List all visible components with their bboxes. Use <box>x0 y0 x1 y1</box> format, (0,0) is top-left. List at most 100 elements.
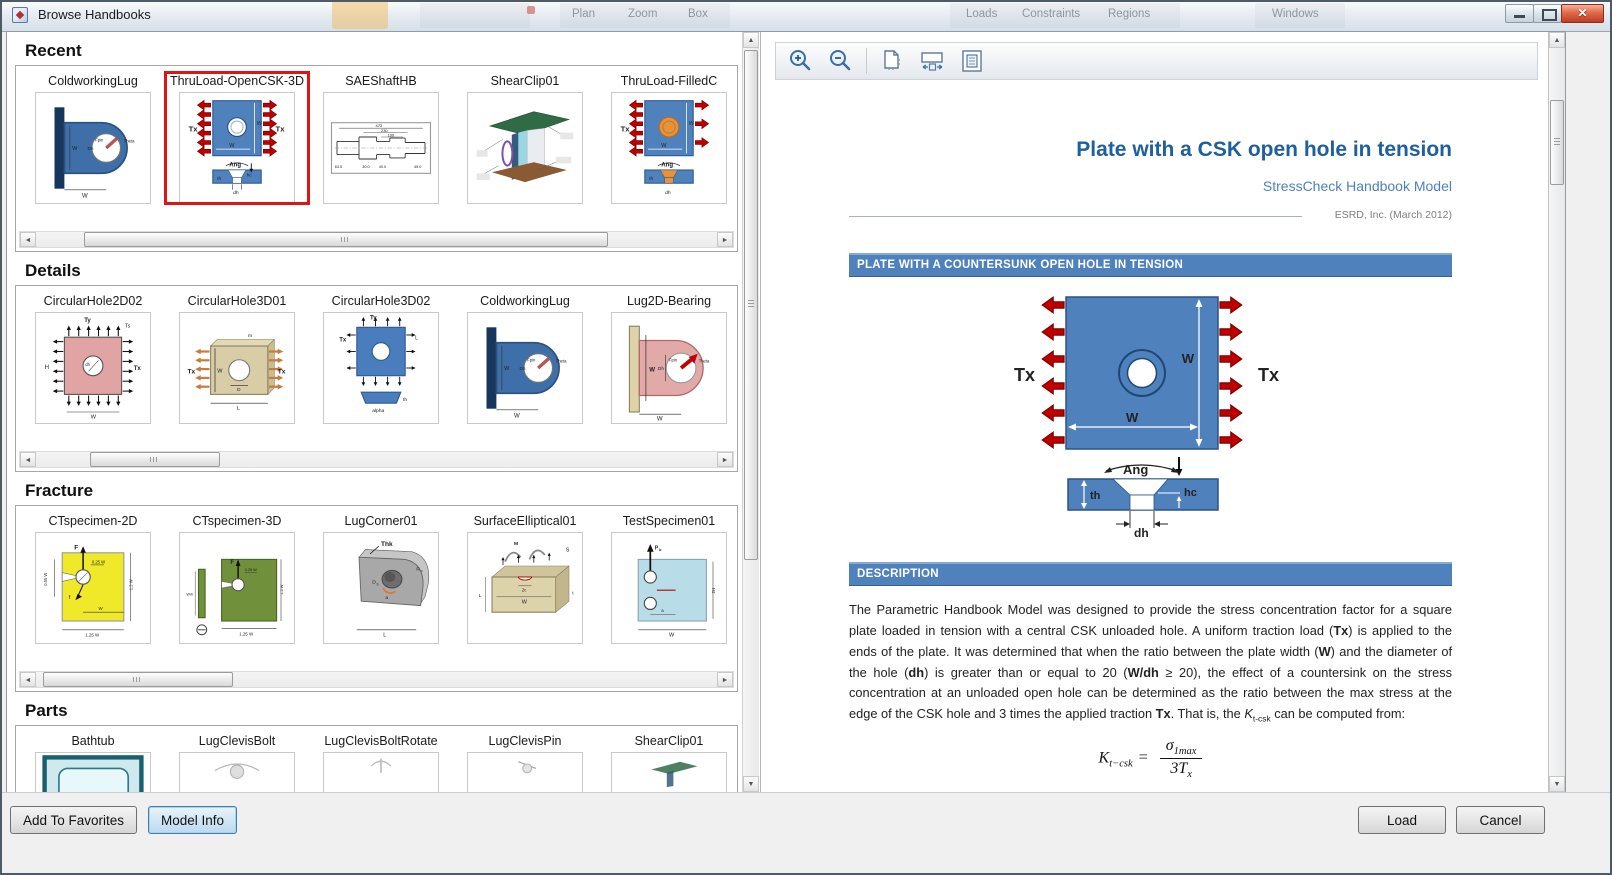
handbook-item-label: CircularHole3D02 <box>309 294 453 311</box>
handbook-item-label: LugCorner01 <box>309 514 453 531</box>
scrollbar-thumb[interactable] <box>744 50 758 560</box>
kt-csk-formula: Kt−csk = σ1max 3Tx <box>849 737 1452 780</box>
handbook-item-label: ShearClip01 <box>453 74 597 91</box>
preview-vscrollbar[interactable] <box>1548 32 1565 792</box>
handbook-item-lugclevisboltrotate[interactable]: LugClevisBoltRotate <box>309 732 453 792</box>
fit-page-icon[interactable] <box>957 46 987 76</box>
bearing-lug-thumbnail <box>612 313 726 423</box>
handbook-item-lugcorner01[interactable]: LugCorner01 <box>309 512 453 644</box>
handbook-item-ctspecimen-2d[interactable]: CTspecimen-2D <box>21 512 165 644</box>
circular-hole-3d02-thumbnail <box>324 313 438 423</box>
surface-elliptical-thumbnail <box>468 533 582 643</box>
ghost-tab-label: Loads <box>966 8 997 20</box>
fracture-hscrollbar[interactable] <box>19 671 734 688</box>
handbook-item-label: LugClevisBoltRotate <box>309 734 453 751</box>
handbook-item-label: ThruLoad-OpenCSK-3D <box>165 74 309 91</box>
scroll-left-icon[interactable] <box>20 452 36 467</box>
plate-figure: Tx Tx W W Ang <box>849 287 1452 544</box>
handbook-item-circularhole3d02[interactable]: CircularHole3D02 <box>309 292 453 424</box>
handbook-item-lugclevisbolt[interactable]: LugClevisBolt <box>165 732 309 792</box>
document-heading-2: DESCRIPTION <box>849 562 1452 586</box>
toolbar-separator <box>866 48 867 74</box>
ghost-tab-label: Box <box>688 8 708 20</box>
figure-label-ang: Ang <box>1123 462 1148 477</box>
section-title-details: Details <box>25 261 742 281</box>
handbook-item-thruload-opencsk-3d[interactable]: ThruLoad-OpenCSK-3D <box>165 72 309 204</box>
ct-specimen-2d-thumbnail <box>36 533 150 643</box>
bathtub-thumbnail <box>36 753 150 792</box>
scrollbar-thumb[interactable] <box>90 452 219 467</box>
recent-hscrollbar[interactable] <box>19 231 734 248</box>
scroll-left-icon[interactable] <box>20 232 36 247</box>
maximize-icon[interactable] <box>1533 4 1562 23</box>
scroll-down-icon[interactable] <box>1549 776 1565 792</box>
gallery-recent: ColdworkingLug ThruLoad-OpenCSK-3D SAESh… <box>15 65 738 252</box>
scroll-up-icon[interactable] <box>1549 32 1565 48</box>
scroll-left-icon[interactable] <box>20 672 36 687</box>
handbook-item-surfaceelliptical01[interactable]: SurfaceElliptical01 <box>453 512 597 644</box>
handbook-item-coldworkinglug[interactable]: ColdworkingLug <box>21 72 165 204</box>
ghost-ribbon-highlight <box>332 1 388 29</box>
handbook-item-saeshafthb[interactable]: SAEShaftHB <box>309 72 453 204</box>
handbook-item-lugclevispin[interactable]: LugClevisPin <box>453 732 597 792</box>
ghost-tab-label: Regions <box>1108 8 1150 20</box>
document-heading-1: PLATE WITH A COUNTERSUNK OPEN HOLE IN TE… <box>849 253 1452 277</box>
ghost-ribbon-group <box>420 3 530 28</box>
figure-label-tx-right: Tx <box>1258 365 1279 385</box>
window-title: Browse Handbooks <box>38 7 151 22</box>
handbook-item-bathtub[interactable]: Bathtub <box>21 732 165 792</box>
scroll-right-icon[interactable] <box>717 672 733 687</box>
handbook-item-coldworkinglug2[interactable]: ColdworkingLug <box>453 292 597 424</box>
clevis-pin-thumbnail <box>468 753 582 792</box>
figure-label-th: th <box>1090 490 1101 502</box>
load-button[interactable]: Load <box>1358 806 1446 834</box>
scrollbar-thumb[interactable] <box>43 672 234 687</box>
dialog-footer: Add To Favorites Model Info Load Cancel <box>2 792 1610 873</box>
details-hscrollbar[interactable] <box>19 451 734 468</box>
shaft-drawing-thumbnail <box>324 93 438 203</box>
handbook-item-ctspecimen-3d[interactable]: CTspecimen-3D <box>165 512 309 644</box>
handbook-list-vscrollbar[interactable] <box>742 32 759 792</box>
handbook-item-label: ColdworkingLug <box>453 294 597 311</box>
scroll-down-icon[interactable] <box>743 776 759 792</box>
scroll-up-icon[interactable] <box>743 32 759 48</box>
zoom-in-icon[interactable] <box>786 46 816 76</box>
section-title-fracture: Fracture <box>25 481 742 501</box>
section-title-parts: Parts <box>25 701 742 721</box>
handbook-item-shearclip01-parts[interactable]: ShearClip01 <box>597 732 738 792</box>
handbook-item-lug2d-bearing[interactable]: Lug2D-Bearing <box>597 292 738 424</box>
figure-label-w-horizontal: W <box>1126 410 1139 425</box>
figure-label-tx-left: Tx <box>1014 365 1035 385</box>
preview-toolbar <box>775 42 1538 80</box>
model-info-button[interactable]: Model Info <box>148 806 237 834</box>
handbook-item-circularhole2d02[interactable]: CircularHole2D02 <box>21 292 165 424</box>
add-to-favorites-button[interactable]: Add To Favorites <box>10 806 137 834</box>
shear-clip-thumbnail <box>468 93 582 203</box>
lug-thumbnail <box>36 93 150 203</box>
actual-size-page-icon[interactable] <box>877 46 907 76</box>
scrollbar-thumb[interactable] <box>1550 100 1564 185</box>
gallery-fracture: CTspecimen-2D CTspecimen-3D LugCorner01 … <box>15 505 738 692</box>
minimize-icon[interactable] <box>1505 4 1534 23</box>
section-title-recent: Recent <box>25 41 742 61</box>
clevis-bolt-thumbnail <box>180 753 294 792</box>
scroll-right-icon[interactable] <box>717 452 733 467</box>
handbook-item-label: TestSpecimen01 <box>597 514 738 531</box>
handbook-item-shearclip01[interactable]: ShearClip01 <box>453 72 597 204</box>
cancel-button[interactable]: Cancel <box>1456 806 1545 834</box>
handbook-item-circularhole3d01[interactable]: CircularHole3D01 <box>165 292 309 424</box>
handbook-item-label: ShearClip01 <box>597 734 738 751</box>
lug-corner-thumbnail <box>324 533 438 643</box>
scroll-right-icon[interactable] <box>717 232 733 247</box>
close-icon[interactable] <box>1561 4 1604 23</box>
document-page: Plate with a CSK open hole in tension St… <box>761 80 1548 792</box>
handbook-item-testspecimen01[interactable]: TestSpecimen01 <box>597 512 738 644</box>
scrollbar-thumb[interactable] <box>84 232 608 247</box>
fit-width-icon[interactable] <box>917 46 947 76</box>
zoom-out-icon[interactable] <box>826 46 856 76</box>
handbook-item-label: ThruLoad-FilledC <box>597 74 738 91</box>
csk-plate-figure: Tx Tx W W Ang <box>956 287 1346 539</box>
ghost-tab-label: Zoom <box>628 8 657 20</box>
handbook-item-label: CircularHole2D02 <box>21 294 165 311</box>
handbook-item-thruload-filledcsk[interactable]: ThruLoad-FilledC <box>597 72 738 204</box>
